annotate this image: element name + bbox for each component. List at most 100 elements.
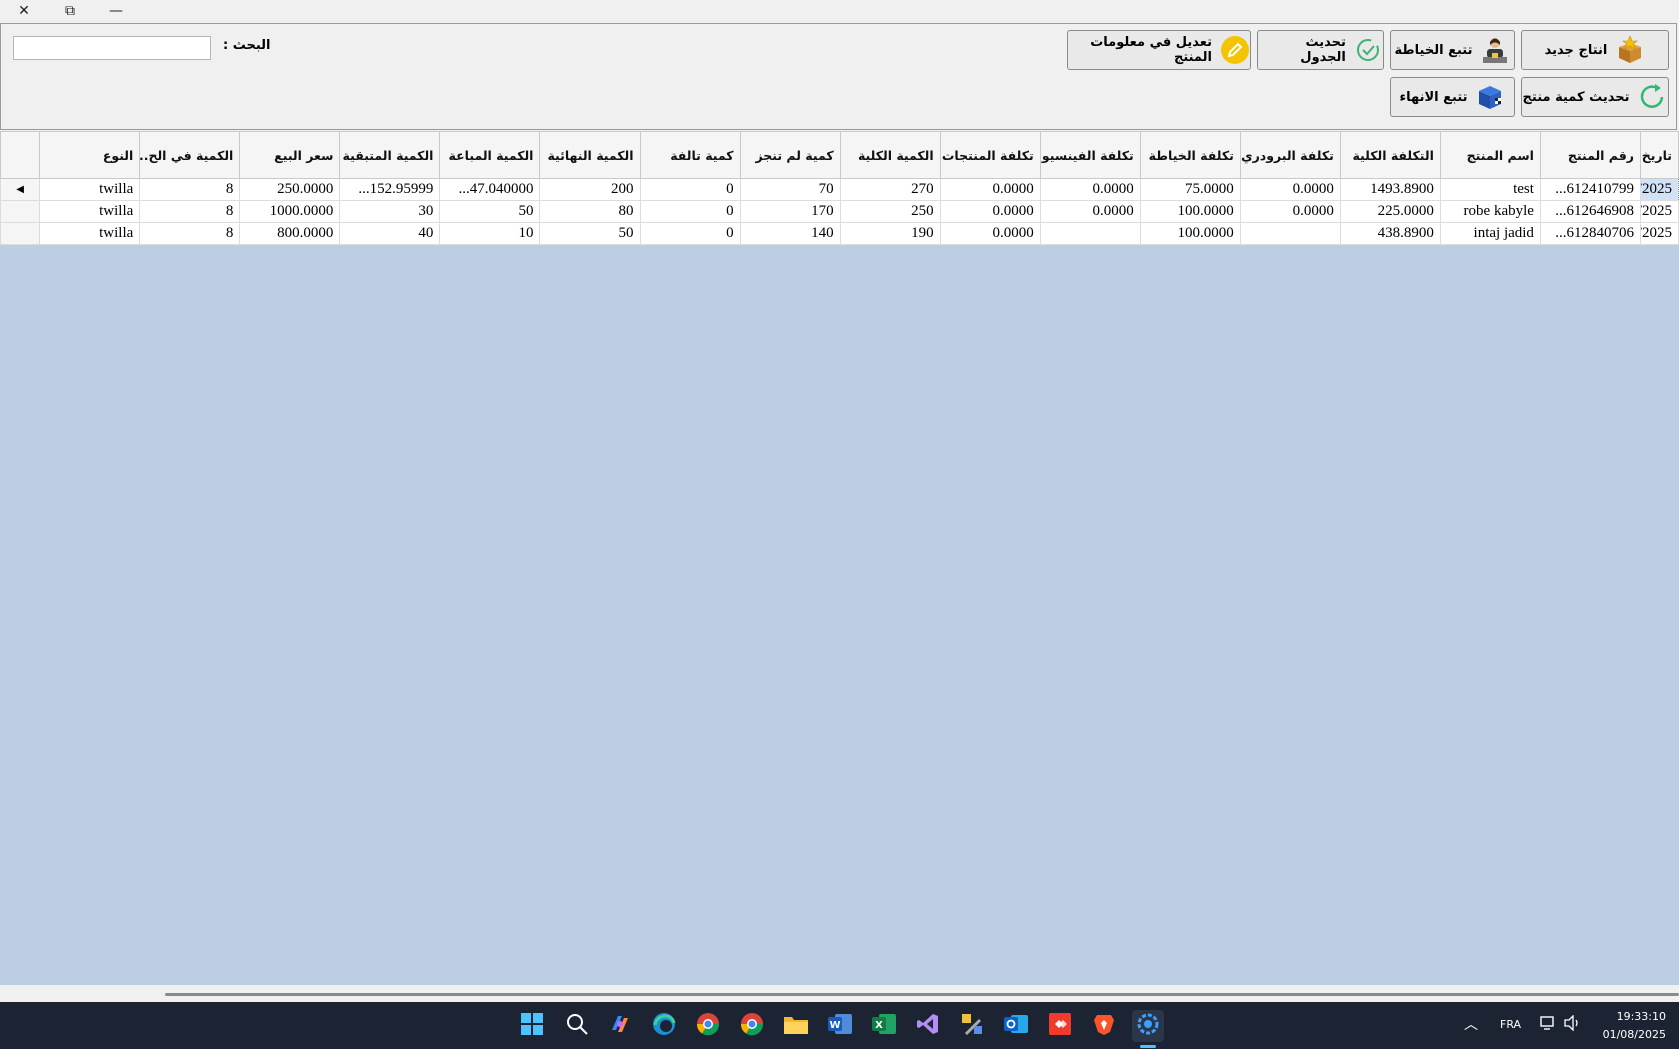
- column-header[interactable]: الكمية المتبقية: [339, 131, 441, 179]
- track-sewing-button[interactable]: تتبع الخياطة: [1390, 30, 1515, 70]
- row-selector-current[interactable]: ◀: [0, 178, 41, 201]
- table-cell[interactable]: 0.0000: [939, 178, 1041, 201]
- table-cell[interactable]: 0.0000: [939, 222, 1041, 245]
- table-cell[interactable]: 30: [339, 200, 441, 223]
- column-header[interactable]: الكمية في الح...: [139, 131, 241, 179]
- scrollbar-thumb[interactable]: [165, 993, 1679, 996]
- file-explorer-button[interactable]: [780, 1010, 812, 1042]
- table-cell[interactable]: 800.0000: [239, 222, 341, 245]
- table-row[interactable]: 22/07/2025...612410799...test1493.89000.…: [0, 178, 1679, 201]
- table-cell[interactable]: 22/07/2025...: [1639, 178, 1679, 201]
- new-production-button[interactable]: انتاج جديد: [1521, 30, 1669, 70]
- column-header[interactable]: تكلفة المنتجات: [939, 131, 1041, 179]
- table-cell[interactable]: 225.0000: [1339, 200, 1441, 223]
- visual-studio-button[interactable]: [912, 1010, 944, 1042]
- chrome-button-2[interactable]: [736, 1010, 768, 1042]
- search-input[interactable]: [13, 36, 211, 60]
- minimize-button[interactable]: —: [94, 0, 138, 22]
- track-finishing-button[interactable]: تتبع الانهاء: [1390, 77, 1515, 117]
- row-selector[interactable]: [0, 200, 41, 223]
- tray-overflow-button[interactable]: ︿: [1464, 1014, 1478, 1034]
- edit-product-button[interactable]: تعديل في معلومات المنتج: [1067, 30, 1251, 70]
- table-cell[interactable]: 612410799...: [1539, 178, 1641, 201]
- table-cell[interactable]: 8: [139, 200, 241, 223]
- column-header[interactable]: تاريخ الانتاج: [1639, 131, 1679, 179]
- table-cell[interactable]: 250: [839, 200, 941, 223]
- column-header[interactable]: الكمية المباعة: [439, 131, 541, 179]
- table-cell[interactable]: 50: [539, 222, 641, 245]
- copilot-button[interactable]: [604, 1010, 636, 1042]
- search-taskbar-button[interactable]: [561, 1010, 593, 1042]
- table-cell[interactable]: 8: [139, 222, 241, 245]
- word-button[interactable]: W: [824, 1010, 856, 1042]
- edge-button[interactable]: [648, 1010, 680, 1042]
- chrome-button-1[interactable]: [692, 1010, 724, 1042]
- table-cell[interactable]: twilla: [39, 200, 141, 223]
- table-cell[interactable]: 140: [739, 222, 841, 245]
- clock-time[interactable]: 19:33:10: [1596, 1010, 1666, 1023]
- table-cell[interactable]: 100.0000: [1139, 200, 1241, 223]
- table-cell[interactable]: twilla: [39, 222, 141, 245]
- refresh-table-button[interactable]: تحديث الجدول: [1257, 30, 1384, 70]
- table-cell[interactable]: 0.0000: [1239, 178, 1341, 201]
- table-cell[interactable]: 0: [639, 222, 741, 245]
- table-cell[interactable]: 170: [739, 200, 841, 223]
- update-quantity-button[interactable]: تحديث كمية منتج: [1521, 77, 1669, 117]
- table-cell[interactable]: 47.040000...: [439, 178, 541, 201]
- column-header[interactable]: النوع: [39, 131, 141, 179]
- table-cell[interactable]: 40: [339, 222, 441, 245]
- restore-button[interactable]: ⧉: [48, 0, 92, 22]
- table-cell[interactable]: 80: [539, 200, 641, 223]
- table-cell[interactable]: intaj jadid: [1439, 222, 1541, 245]
- table-cell[interactable]: 0: [639, 178, 741, 201]
- column-header[interactable]: كمية تالفة: [639, 131, 741, 179]
- column-header[interactable]: تكلفة الخياطة: [1139, 131, 1241, 179]
- column-header[interactable]: تكلفة البرودري: [1239, 131, 1341, 179]
- table-cell[interactable]: [1239, 222, 1341, 245]
- table-cell[interactable]: [1039, 222, 1141, 245]
- table-cell[interactable]: 22/07/2025...: [1639, 222, 1679, 245]
- volume-icon[interactable]: [1564, 1014, 1582, 1035]
- start-button[interactable]: [516, 1010, 548, 1042]
- table-cell[interactable]: 190: [839, 222, 941, 245]
- table-cell[interactable]: 22/07/2025...: [1639, 200, 1679, 223]
- active-app-button[interactable]: [1132, 1010, 1164, 1042]
- table-cell[interactable]: 75.0000: [1139, 178, 1241, 201]
- table-cell[interactable]: 0.0000: [1039, 200, 1141, 223]
- table-cell[interactable]: 0.0000: [1239, 200, 1341, 223]
- table-cell[interactable]: robe kabyle: [1439, 200, 1541, 223]
- table-cell[interactable]: 200: [539, 178, 641, 201]
- table-cell[interactable]: 0.0000: [939, 200, 1041, 223]
- column-header[interactable]: رقم المنتج: [1539, 131, 1641, 179]
- column-header[interactable]: الكمية الكلية: [839, 131, 941, 179]
- table-row[interactable]: 22/07/2025...612646908...robe kabyle225.…: [0, 200, 1679, 223]
- table-cell[interactable]: 0.0000: [1039, 178, 1141, 201]
- language-indicator[interactable]: FRA: [1500, 1018, 1521, 1031]
- column-header[interactable]: اسم المنتج: [1439, 131, 1541, 179]
- horizontal-scrollbar[interactable]: [0, 985, 1679, 1002]
- column-header[interactable]: التكلفة الكلية: [1339, 131, 1441, 179]
- excel-button[interactable]: X: [868, 1010, 900, 1042]
- column-header[interactable]: تكلفة الفينسيون: [1039, 131, 1141, 179]
- table-cell[interactable]: 70: [739, 178, 841, 201]
- table-cell[interactable]: 50: [439, 200, 541, 223]
- table-cell[interactable]: 1000.0000: [239, 200, 341, 223]
- table-cell[interactable]: 8: [139, 178, 241, 201]
- brave-button[interactable]: [1088, 1010, 1120, 1042]
- table-cell[interactable]: test: [1439, 178, 1541, 201]
- column-header[interactable]: كمية لم تنجز: [739, 131, 841, 179]
- table-cell[interactable]: 612840706...: [1539, 222, 1641, 245]
- table-row[interactable]: 22/07/2025...612840706...intaj jadid438.…: [0, 222, 1679, 245]
- row-selector[interactable]: [0, 222, 41, 245]
- table-cell[interactable]: 250.0000: [239, 178, 341, 201]
- table-cell[interactable]: 0: [639, 200, 741, 223]
- column-header[interactable]: الكمية النهائية: [539, 131, 641, 179]
- anydesk-button[interactable]: [1044, 1010, 1076, 1042]
- table-cell[interactable]: twilla: [39, 178, 141, 201]
- column-header[interactable]: سعر البيع: [239, 131, 341, 179]
- table-cell[interactable]: 438.8900: [1339, 222, 1441, 245]
- clock-date[interactable]: 01/08/2025: [1596, 1028, 1666, 1041]
- table-cell[interactable]: 612646908...: [1539, 200, 1641, 223]
- outlook-button[interactable]: [1000, 1010, 1032, 1042]
- table-cell[interactable]: 270: [839, 178, 941, 201]
